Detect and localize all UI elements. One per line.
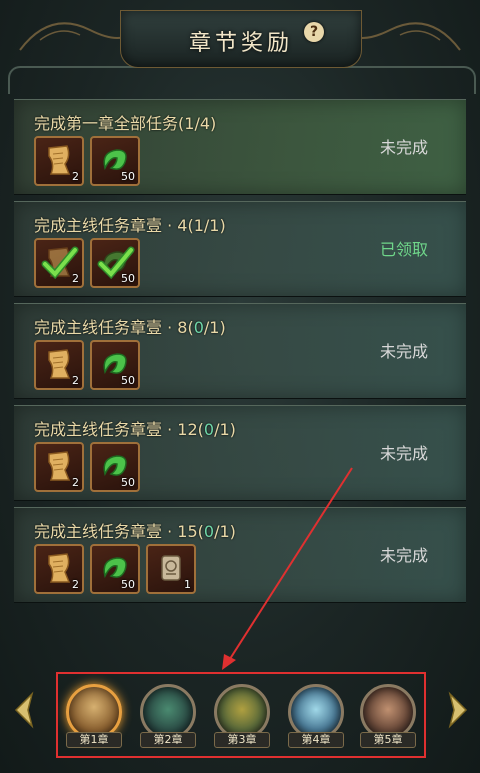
reward-quantity: 2: [72, 272, 79, 285]
task-title: 完成第一章全部任务(1/4): [34, 114, 217, 133]
task-title: 完成主线任务章壹 · 4(1/1): [34, 216, 226, 235]
reward-quantity: 2: [72, 476, 79, 489]
chapter-tab-2[interactable]: 第2章: [136, 684, 200, 752]
reward-item[interactable]: 2: [34, 442, 84, 492]
arrow-left-icon: [14, 691, 34, 729]
page-title: 章节奖励: [188, 31, 293, 56]
reward-item[interactable]: 50: [90, 136, 140, 186]
reward-quantity: 2: [72, 374, 79, 387]
reward-list: 2 50: [34, 442, 146, 492]
panel-frame: [8, 66, 476, 94]
reward-list: 2 50: [34, 136, 146, 186]
reward-quantity: 50: [121, 578, 135, 591]
reward-quantity: 50: [121, 170, 135, 183]
prev-chapter-button[interactable]: [12, 690, 36, 730]
chapter-label: 第1章: [66, 732, 122, 748]
header: 章节奖励 ?: [0, 0, 480, 94]
task-status: 未完成: [379, 138, 428, 157]
title-banner: 章节奖励: [120, 10, 362, 68]
reward-item[interactable]: 2: [34, 136, 84, 186]
chapter-tab-4[interactable]: 第4章: [284, 684, 348, 752]
reward-quantity: 50: [121, 374, 135, 387]
reward-item[interactable]: 50: [90, 544, 140, 594]
reward-item[interactable]: 2: [34, 238, 84, 288]
task-row: 完成主线任务章壹 · 4(1/1) 2 50 已领取: [14, 201, 466, 297]
task-row: 完成主线任务章壹 · 12(0/1) 2 50 未完成: [14, 405, 466, 501]
chapter-label: 第2章: [140, 732, 196, 748]
task-status: 未完成: [379, 342, 428, 361]
reward-list: 2 50 1: [34, 544, 202, 594]
reward-item[interactable]: 50: [90, 442, 140, 492]
task-title: 完成主线任务章壹 · 15(0/1): [34, 522, 236, 541]
reward-item[interactable]: 2: [34, 544, 84, 594]
task-status: 未完成: [379, 546, 428, 565]
arrow-right-icon: [448, 691, 468, 729]
next-chapter-button[interactable]: [446, 690, 470, 730]
task-status: 未完成: [379, 444, 428, 463]
task-title: 完成主线任务章壹 · 12(0/1): [34, 420, 236, 439]
reward-quantity: 2: [72, 170, 79, 183]
reward-quantity: 50: [121, 476, 135, 489]
reward-item[interactable]: 50: [90, 340, 140, 390]
help-icon[interactable]: ?: [304, 22, 324, 42]
reward-list: 2 50: [34, 340, 146, 390]
reward-item[interactable]: 50: [90, 238, 140, 288]
reward-list: 2 50: [34, 238, 146, 288]
reward-quantity: 50: [121, 272, 135, 285]
chapter-label: 第5章: [360, 732, 416, 748]
chapter-tab-5[interactable]: 第5章: [356, 684, 420, 752]
task-row: 完成主线任务章壹 · 8(0/1) 2 50 未完成: [14, 303, 466, 399]
chapter-label: 第3章: [214, 732, 270, 748]
task-row: 完成第一章全部任务(1/4) 2 50 未完成: [14, 99, 466, 195]
reward-quantity: 1: [184, 578, 191, 591]
reward-item[interactable]: 2: [34, 340, 84, 390]
task-list: 完成第一章全部任务(1/4) 2 50 未完成 完成主线任务章壹 · 4(1/1…: [14, 99, 466, 609]
task-title: 完成主线任务章壹 · 8(0/1): [34, 318, 226, 337]
reward-item[interactable]: 1: [146, 544, 196, 594]
chapter-tab-1[interactable]: 第1章: [62, 684, 126, 752]
chapter-label: 第4章: [288, 732, 344, 748]
reward-quantity: 2: [72, 578, 79, 591]
task-row: 完成主线任务章壹 · 15(0/1) 2 50 1 未完成: [14, 507, 466, 603]
task-status: 已领取: [379, 240, 428, 259]
chapter-tab-3[interactable]: 第3章: [210, 684, 274, 752]
